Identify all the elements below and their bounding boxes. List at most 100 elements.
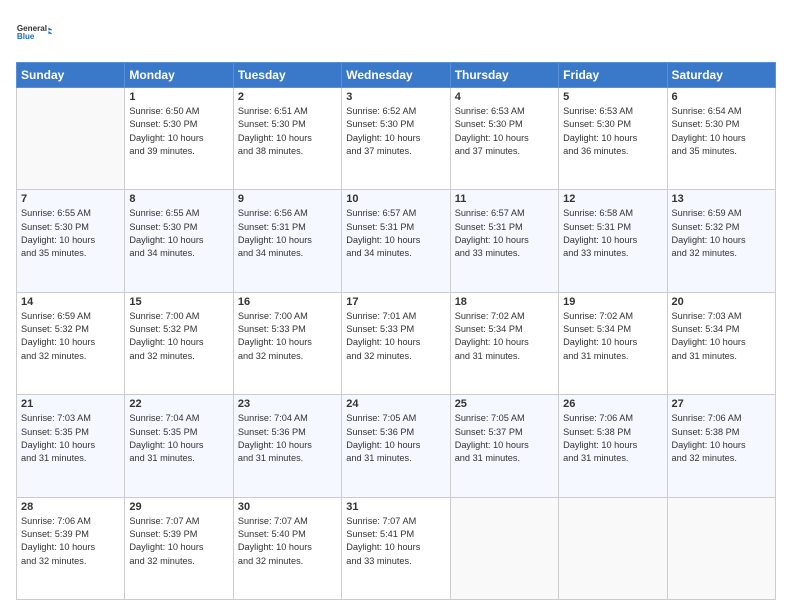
- day-info: Sunrise: 6:50 AMSunset: 5:30 PMDaylight:…: [129, 105, 228, 158]
- day-number: 13: [672, 193, 771, 205]
- day-number: 25: [455, 398, 554, 410]
- day-number: 19: [563, 296, 662, 308]
- day-header-sunday: Sunday: [17, 63, 125, 88]
- day-number: 15: [129, 296, 228, 308]
- day-info: Sunrise: 6:56 AMSunset: 5:31 PMDaylight:…: [238, 207, 337, 260]
- day-number: 11: [455, 193, 554, 205]
- day-number: 14: [21, 296, 120, 308]
- day-info: Sunrise: 6:51 AMSunset: 5:30 PMDaylight:…: [238, 105, 337, 158]
- day-info: Sunrise: 6:54 AMSunset: 5:30 PMDaylight:…: [672, 105, 771, 158]
- day-info: Sunrise: 7:06 AMSunset: 5:38 PMDaylight:…: [563, 412, 662, 465]
- day-number: 21: [21, 398, 120, 410]
- calendar-cell: [559, 497, 667, 599]
- day-info: Sunrise: 6:59 AMSunset: 5:32 PMDaylight:…: [672, 207, 771, 260]
- day-info: Sunrise: 7:05 AMSunset: 5:37 PMDaylight:…: [455, 412, 554, 465]
- day-header-wednesday: Wednesday: [342, 63, 450, 88]
- calendar-cell: 26Sunrise: 7:06 AMSunset: 5:38 PMDayligh…: [559, 395, 667, 497]
- calendar-cell: 27Sunrise: 7:06 AMSunset: 5:38 PMDayligh…: [667, 395, 775, 497]
- day-number: 20: [672, 296, 771, 308]
- day-header-thursday: Thursday: [450, 63, 558, 88]
- calendar-cell: 12 Sunrise: 6:58 AMSunset: 5:31 PMDayligh…: [559, 190, 667, 292]
- calendar-week-5: 28Sunrise: 7:06 AMSunset: 5:39 PMDayligh…: [17, 497, 776, 599]
- calendar-cell: 2 Sunrise: 6:51 AMSunset: 5:30 PMDaylight…: [233, 88, 341, 190]
- day-info: Sunrise: 6:53 AMSunset: 5:30 PMDaylight:…: [455, 105, 554, 158]
- calendar-cell: 6 Sunrise: 6:54 AMSunset: 5:30 PMDaylight…: [667, 88, 775, 190]
- svg-text:General: General: [17, 24, 47, 33]
- day-info: Sunrise: 6:57 AMSunset: 5:31 PMDaylight:…: [346, 207, 445, 260]
- day-header-monday: Monday: [125, 63, 233, 88]
- day-number: 27: [672, 398, 771, 410]
- calendar-cell: 30 Sunrise: 7:07 AMSunset: 5:40 PMDayligh…: [233, 497, 341, 599]
- calendar-cell: 4Sunrise: 6:53 AMSunset: 5:30 PMDaylight…: [450, 88, 558, 190]
- calendar-cell: 9 Sunrise: 6:56 AMSunset: 5:31 PMDaylight…: [233, 190, 341, 292]
- day-number: 12: [563, 193, 662, 205]
- calendar-cell: 21 Sunrise: 7:03 AMSunset: 5:35 PMDayligh…: [17, 395, 125, 497]
- calendar-cell: 16 Sunrise: 7:00 AMSunset: 5:33 PMDayligh…: [233, 292, 341, 394]
- calendar-week-1: 1 Sunrise: 6:50 AMSunset: 5:30 PMDaylight…: [17, 88, 776, 190]
- day-number: 24: [346, 398, 445, 410]
- day-number: 7: [21, 193, 120, 205]
- svg-text:Blue: Blue: [17, 32, 35, 41]
- day-info: Sunrise: 6:58 AMSunset: 5:31 PMDaylight:…: [563, 207, 662, 260]
- day-info: Sunrise: 6:57 AMSunset: 5:31 PMDaylight:…: [455, 207, 554, 260]
- calendar-cell: 13 Sunrise: 6:59 AMSunset: 5:32 PMDayligh…: [667, 190, 775, 292]
- page: General Blue SundayMondayTuesdayWednesda…: [0, 0, 792, 612]
- calendar-cell: 18Sunrise: 7:02 AMSunset: 5:34 PMDayligh…: [450, 292, 558, 394]
- calendar-cell: [667, 497, 775, 599]
- day-number: 6: [672, 91, 771, 103]
- calendar-cell: 15 Sunrise: 7:00 AMSunset: 5:32 PMDayligh…: [125, 292, 233, 394]
- calendar-cell: 1 Sunrise: 6:50 AMSunset: 5:30 PMDaylight…: [125, 88, 233, 190]
- calendar-cell: 8 Sunrise: 6:55 AMSunset: 5:30 PMDaylight…: [125, 190, 233, 292]
- day-number: 8: [129, 193, 228, 205]
- day-info: Sunrise: 7:02 AMSunset: 5:34 PMDaylight:…: [563, 310, 662, 363]
- calendar-cell: 31 Sunrise: 7:07 AMSunset: 5:41 PMDayligh…: [342, 497, 450, 599]
- calendar-header-row: SundayMondayTuesdayWednesdayThursdayFrid…: [17, 63, 776, 88]
- calendar-cell: 20 Sunrise: 7:03 AMSunset: 5:34 PMDayligh…: [667, 292, 775, 394]
- day-number: 9: [238, 193, 337, 205]
- calendar-cell: 24 Sunrise: 7:05 AMSunset: 5:36 PMDayligh…: [342, 395, 450, 497]
- calendar-cell: 11 Sunrise: 6:57 AMSunset: 5:31 PMDayligh…: [450, 190, 558, 292]
- calendar-table: SundayMondayTuesdayWednesdayThursdayFrid…: [16, 62, 776, 600]
- calendar-cell: 19 Sunrise: 7:02 AMSunset: 5:34 PMDayligh…: [559, 292, 667, 394]
- day-number: 30: [238, 501, 337, 513]
- day-info: Sunrise: 7:04 AMSunset: 5:35 PMDaylight:…: [129, 412, 228, 465]
- day-info: Sunrise: 7:04 AMSunset: 5:36 PMDaylight:…: [238, 412, 337, 465]
- calendar-cell: 29Sunrise: 7:07 AMSunset: 5:39 PMDayligh…: [125, 497, 233, 599]
- day-number: 2: [238, 91, 337, 103]
- day-info: Sunrise: 6:55 AMSunset: 5:30 PMDaylight:…: [21, 207, 120, 260]
- day-number: 22: [129, 398, 228, 410]
- day-info: Sunrise: 6:52 AMSunset: 5:30 PMDaylight:…: [346, 105, 445, 158]
- day-info: Sunrise: 6:55 AMSunset: 5:30 PMDaylight:…: [129, 207, 228, 260]
- day-header-friday: Friday: [559, 63, 667, 88]
- day-number: 18: [455, 296, 554, 308]
- day-number: 1: [129, 91, 228, 103]
- calendar-cell: 25 Sunrise: 7:05 AMSunset: 5:37 PMDayligh…: [450, 395, 558, 497]
- calendar-cell: 22 Sunrise: 7:04 AMSunset: 5:35 PMDayligh…: [125, 395, 233, 497]
- day-info: Sunrise: 7:07 AMSunset: 5:39 PMDaylight:…: [129, 515, 228, 568]
- day-info: Sunrise: 7:07 AMSunset: 5:40 PMDaylight:…: [238, 515, 337, 568]
- calendar-cell: 10 Sunrise: 6:57 AMSunset: 5:31 PMDayligh…: [342, 190, 450, 292]
- day-number: 17: [346, 296, 445, 308]
- day-info: Sunrise: 6:53 AMSunset: 5:30 PMDaylight:…: [563, 105, 662, 158]
- day-number: 16: [238, 296, 337, 308]
- day-info: Sunrise: 7:03 AMSunset: 5:34 PMDaylight:…: [672, 310, 771, 363]
- day-number: 5: [563, 91, 662, 103]
- day-info: Sunrise: 7:00 AMSunset: 5:32 PMDaylight:…: [129, 310, 228, 363]
- calendar-cell: [450, 497, 558, 599]
- day-info: Sunrise: 7:03 AMSunset: 5:35 PMDaylight:…: [21, 412, 120, 465]
- calendar-cell: 23Sunrise: 7:04 AMSunset: 5:36 PMDayligh…: [233, 395, 341, 497]
- day-number: 3: [346, 91, 445, 103]
- logo-svg: General Blue: [16, 12, 52, 52]
- day-info: Sunrise: 7:00 AMSunset: 5:33 PMDaylight:…: [238, 310, 337, 363]
- calendar-cell: 14Sunrise: 6:59 AMSunset: 5:32 PMDayligh…: [17, 292, 125, 394]
- day-info: Sunrise: 7:07 AMSunset: 5:41 PMDaylight:…: [346, 515, 445, 568]
- day-info: Sunrise: 7:06 AMSunset: 5:39 PMDaylight:…: [21, 515, 120, 568]
- day-info: Sunrise: 7:05 AMSunset: 5:36 PMDaylight:…: [346, 412, 445, 465]
- day-number: 10: [346, 193, 445, 205]
- calendar-cell: 5 Sunrise: 6:53 AMSunset: 5:30 PMDaylight…: [559, 88, 667, 190]
- calendar-cell: 28Sunrise: 7:06 AMSunset: 5:39 PMDayligh…: [17, 497, 125, 599]
- day-header-tuesday: Tuesday: [233, 63, 341, 88]
- day-number: 31: [346, 501, 445, 513]
- calendar-cell: 7 Sunrise: 6:55 AMSunset: 5:30 PMDaylight…: [17, 190, 125, 292]
- calendar-cell: [17, 88, 125, 190]
